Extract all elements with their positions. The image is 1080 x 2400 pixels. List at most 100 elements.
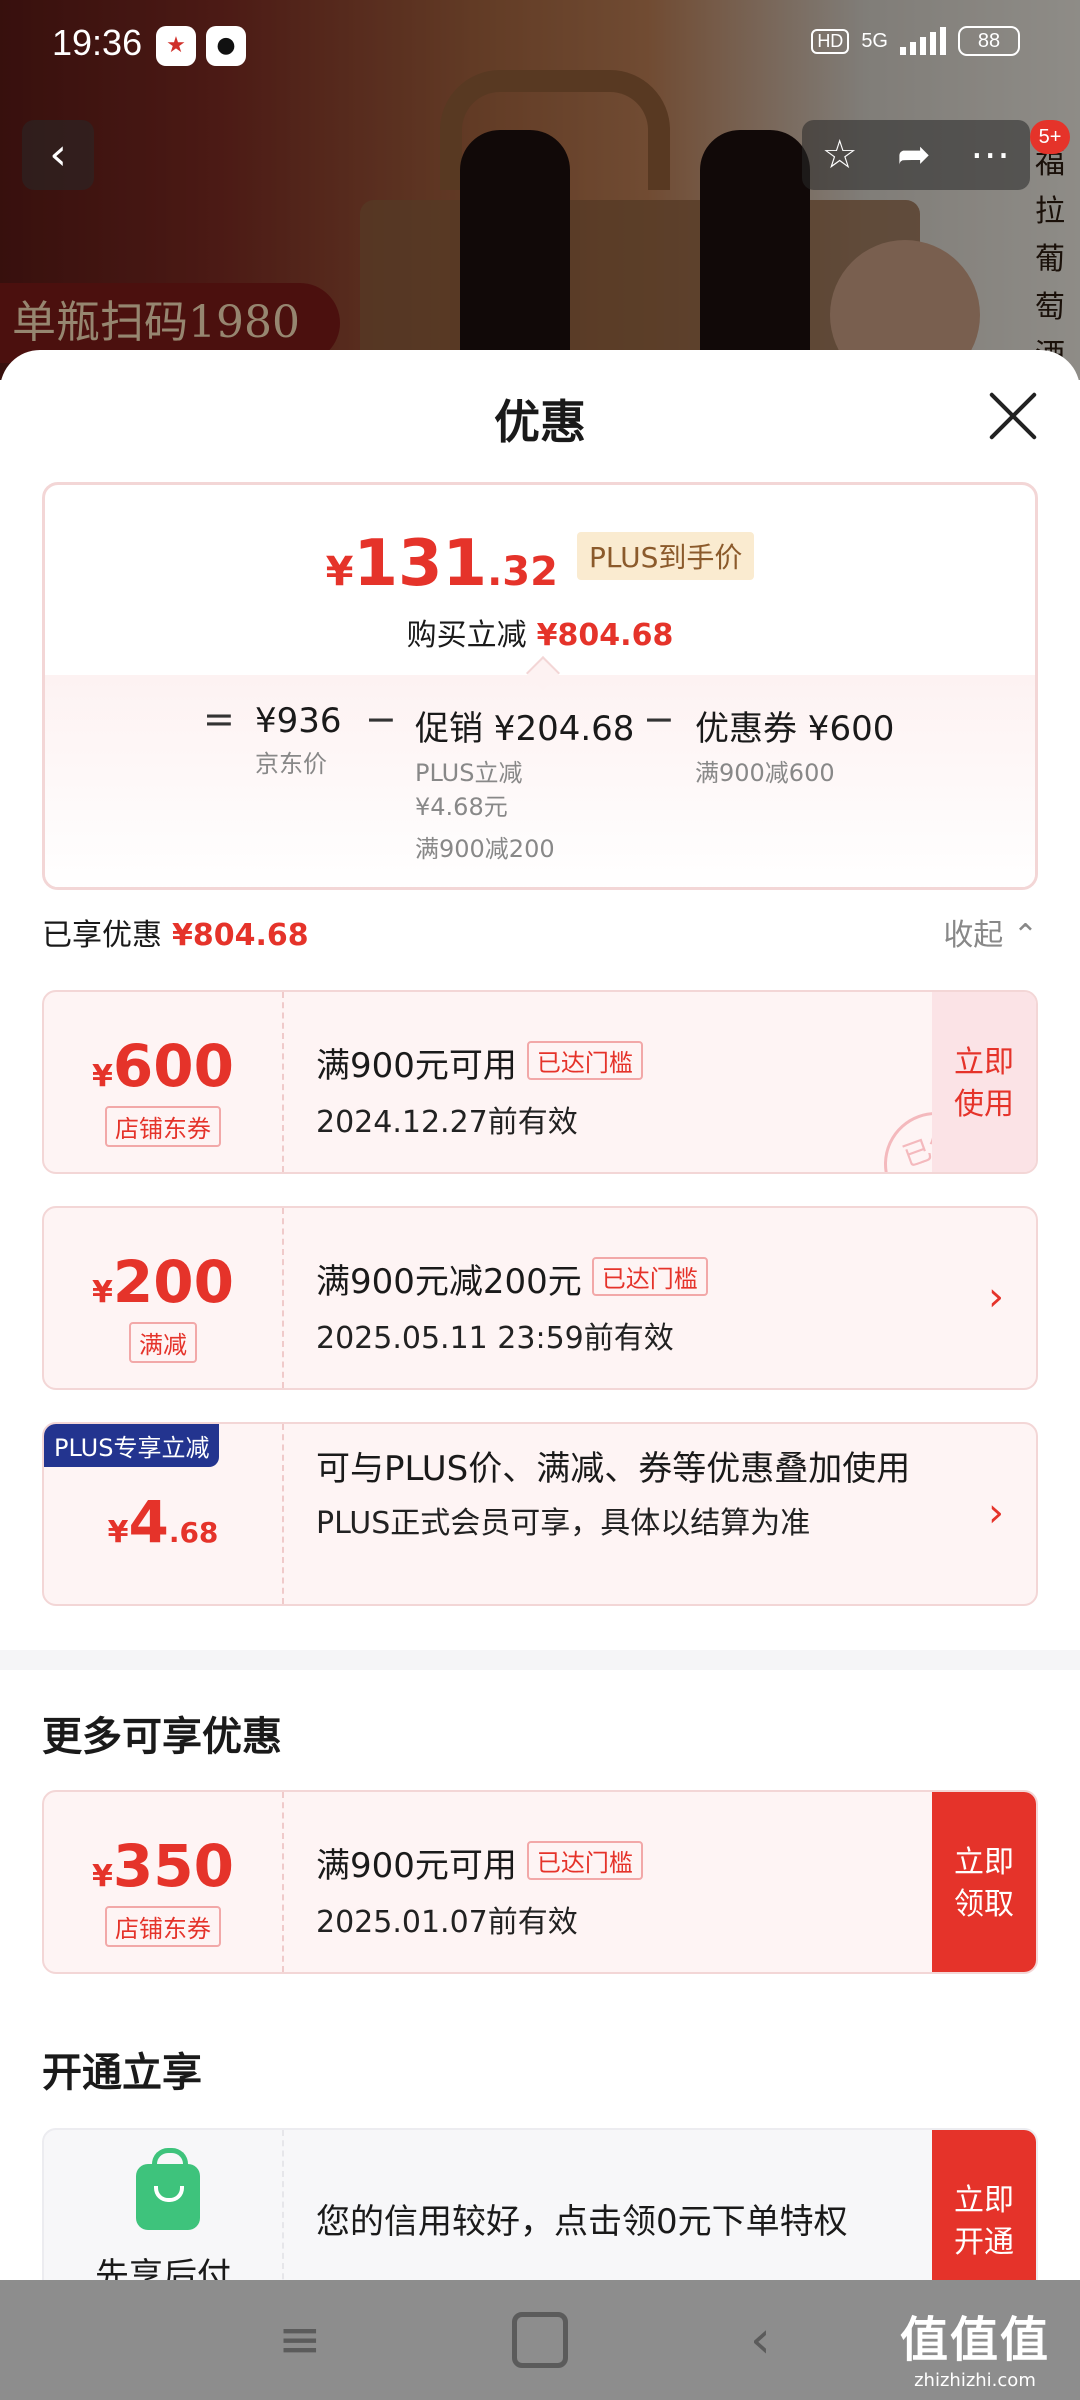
yen-symbol: ¥ [92, 1275, 113, 1310]
coupon-discount: 优惠券 ¥600 满900减600 [695, 701, 894, 790]
chevron-right-icon[interactable]: › [988, 1274, 1004, 1320]
chevron-right-icon[interactable]: › [988, 1490, 1004, 1536]
collapse-toggle[interactable]: 收起 ⌃ [943, 910, 1038, 954]
plus-price-tag: PLUS到手价 [577, 532, 755, 580]
more-discounts-title: 更多可享优惠 [42, 1714, 282, 1760]
jd-price: ¥936 京东价 [255, 701, 342, 781]
dashed-divider [282, 1792, 284, 1972]
sheet-title: 优惠 [494, 395, 586, 449]
promo-sub-full-reduction: 满900减200 [415, 835, 555, 863]
back-icon[interactable]: ‹ [750, 2310, 771, 2370]
coupon-type-tag: 满减 [129, 1322, 197, 1363]
use-now-button[interactable]: 立即 使用 [932, 992, 1036, 1172]
hd-icon: HD [811, 28, 850, 54]
price-summary: ¥131.32 PLUS到手价 购买立减 ¥804.68 = ¥936 京东价 −… [42, 482, 1038, 890]
currency-symbol: ¥ [325, 549, 354, 595]
app-notification-icon: ★ [156, 26, 196, 66]
coupon-type-tag: 店铺东券 [105, 1906, 221, 1947]
coupon-amount-area: ¥200 满减 [44, 1208, 282, 1388]
amount-value: 350 [112, 1832, 234, 1900]
coupon-amount-area: ¥600 店铺东券 [44, 992, 282, 1172]
threshold-badge: 已达门槛 [526, 1041, 643, 1080]
amount-decimal: .68 [168, 1516, 219, 1549]
coupon-card: ¥350 店铺东券 满900元可用 已达门槛 2025.01.07前有效 立即 领取 [42, 1790, 1038, 1974]
coupon-condition: 满900减600 [695, 759, 835, 787]
coupon-validity: 2025.05.11 23:59前有效 [316, 1321, 674, 1356]
dashed-divider [282, 1208, 284, 1388]
battery-icon: 88 [958, 26, 1020, 56]
back-button[interactable]: ‹ [22, 120, 94, 190]
coupon-card: ¥600 店铺东券 满900元可用 已达门槛 2024.12.27前有效 已领 立… [42, 990, 1038, 1174]
status-indicators: HD 5G 88 [811, 26, 1020, 56]
bnpl-icon-area: 先享后付 [44, 2130, 282, 2280]
coupon-info: 满900元减200元 已达门槛 2025.05.11 23:59前有效 [316, 1254, 936, 1357]
dashed-divider [282, 2130, 284, 2280]
watermark-url: zhizhizhi.com [914, 2370, 1036, 2391]
more-icon[interactable]: ⋯ [970, 132, 1010, 178]
enjoyed-label: 已享优惠 [42, 918, 162, 953]
coupon-amount: ¥600 [44, 1032, 282, 1100]
jd-price-label: 京东价 [255, 750, 327, 778]
coupon-info: 可与PLUS价、满减、券等优惠叠加使用 PLUS正式会员可享，具体以结算为准 [316, 1444, 936, 1542]
yen-symbol: ¥ [92, 1859, 113, 1894]
bnpl-info: 您的信用较好，点击领0元下单特权 [316, 2194, 936, 2243]
promo-discount: 促销 ¥204.68 PLUS立减 ¥4.68元 满900减200 [415, 701, 634, 866]
reduce-row: 购买立减 ¥804.68 [45, 610, 1035, 654]
reduce-amount: ¥804.68 [536, 618, 674, 653]
open-enjoy-title: 开通立享 [42, 2050, 202, 2096]
coupon-amount: ¥4.68 [44, 1488, 282, 1556]
section-separator [0, 1650, 1080, 1670]
claim-now-button[interactable]: 立即 领取 [932, 1792, 1036, 1972]
coupon-title: 满900元减200元 [316, 1262, 582, 1302]
promo-value: 促销 ¥204.68 [415, 709, 635, 749]
amount-value: 200 [112, 1248, 234, 1316]
amount-value: 600 [112, 1032, 234, 1100]
coupon-validity: 2024.12.27前有效 [316, 1105, 578, 1140]
message-badge: 5+ [1030, 120, 1070, 154]
coupon-info: 满900元可用 已达门槛 2025.01.07前有效 [316, 1838, 936, 1941]
qq-icon: ● [206, 26, 246, 66]
coupon-title: 满900元可用 [316, 1046, 517, 1086]
promo-sub-plus: PLUS立减 [415, 759, 523, 787]
coupon-title: 满900元可用 [316, 1846, 517, 1886]
plus-exclusive-flag: PLUS专享立减 [44, 1424, 220, 1467]
menu-icon[interactable]: ≡ [278, 2310, 322, 2370]
status-time: 19:36 [52, 22, 143, 63]
coupon-type-tag: 店铺东券 [105, 1106, 221, 1147]
home-icon[interactable] [512, 2312, 568, 2368]
price-integer: 131 [353, 527, 488, 601]
price-decimal: .32 [487, 549, 558, 595]
dashed-divider [282, 1424, 284, 1604]
final-price: ¥131.32 PLUS到手价 [45, 527, 1035, 601]
bnpl-label: 先享后付 [95, 2256, 231, 2280]
coupon-amount: ¥200 [44, 1248, 282, 1316]
threshold-badge: 已达门槛 [526, 1841, 643, 1880]
star-icon[interactable]: ☆ [822, 132, 858, 178]
watermark: 值值值 zhizhizhi.com [900, 2300, 1050, 2391]
jd-price-value: ¥936 [255, 701, 342, 741]
coupon-validity: 2025.01.07前有效 [316, 1905, 578, 1940]
plus-discount-card[interactable]: ¥4.68 PLUS专享立减 可与PLUS价、满减、券等优惠叠加使用 PLUS正… [42, 1422, 1038, 1606]
enjoyed-discount: 已享优惠 ¥804.68 [42, 910, 309, 954]
coupon-value: 优惠券 ¥600 [695, 709, 895, 749]
close-icon[interactable] [985, 388, 1041, 444]
coupon-amount: ¥350 [44, 1832, 282, 1900]
promo-details: PLUS立减 ¥4.68元 满900减200 [415, 756, 634, 866]
amount-value: 4 [128, 1488, 169, 1556]
coupon-info: 满900元可用 已达门槛 2024.12.27前有效 [316, 1038, 936, 1141]
network-type: 5G [861, 30, 888, 52]
activate-now-button[interactable]: 立即 开通 [932, 2130, 1036, 2280]
coupon-amount-area: ¥350 店铺东券 [44, 1792, 282, 1972]
coupon-title: 可与PLUS价、满减、券等优惠叠加使用 [316, 1449, 911, 1489]
watermark-text: 值值值 [899, 2312, 1050, 2368]
equals-sign: = [203, 697, 235, 741]
dashed-divider [282, 992, 284, 1172]
status-bar: 19:36 ★ ● HD 5G 88 [0, 0, 1080, 90]
coupon-card[interactable]: ¥200 满减 满900元减200元 已达门槛 2025.05.11 23:59前… [42, 1206, 1038, 1390]
minus-sign: − [365, 697, 397, 741]
reduce-label: 购买立减 [406, 618, 527, 653]
share-icon[interactable]: ➦ [897, 132, 931, 178]
yen-symbol: ¥ [92, 1059, 113, 1094]
promo-sub-amount: ¥4.68元 [415, 793, 508, 821]
bnpl-text: 您的信用较好，点击领0元下单特权 [316, 2202, 848, 2242]
